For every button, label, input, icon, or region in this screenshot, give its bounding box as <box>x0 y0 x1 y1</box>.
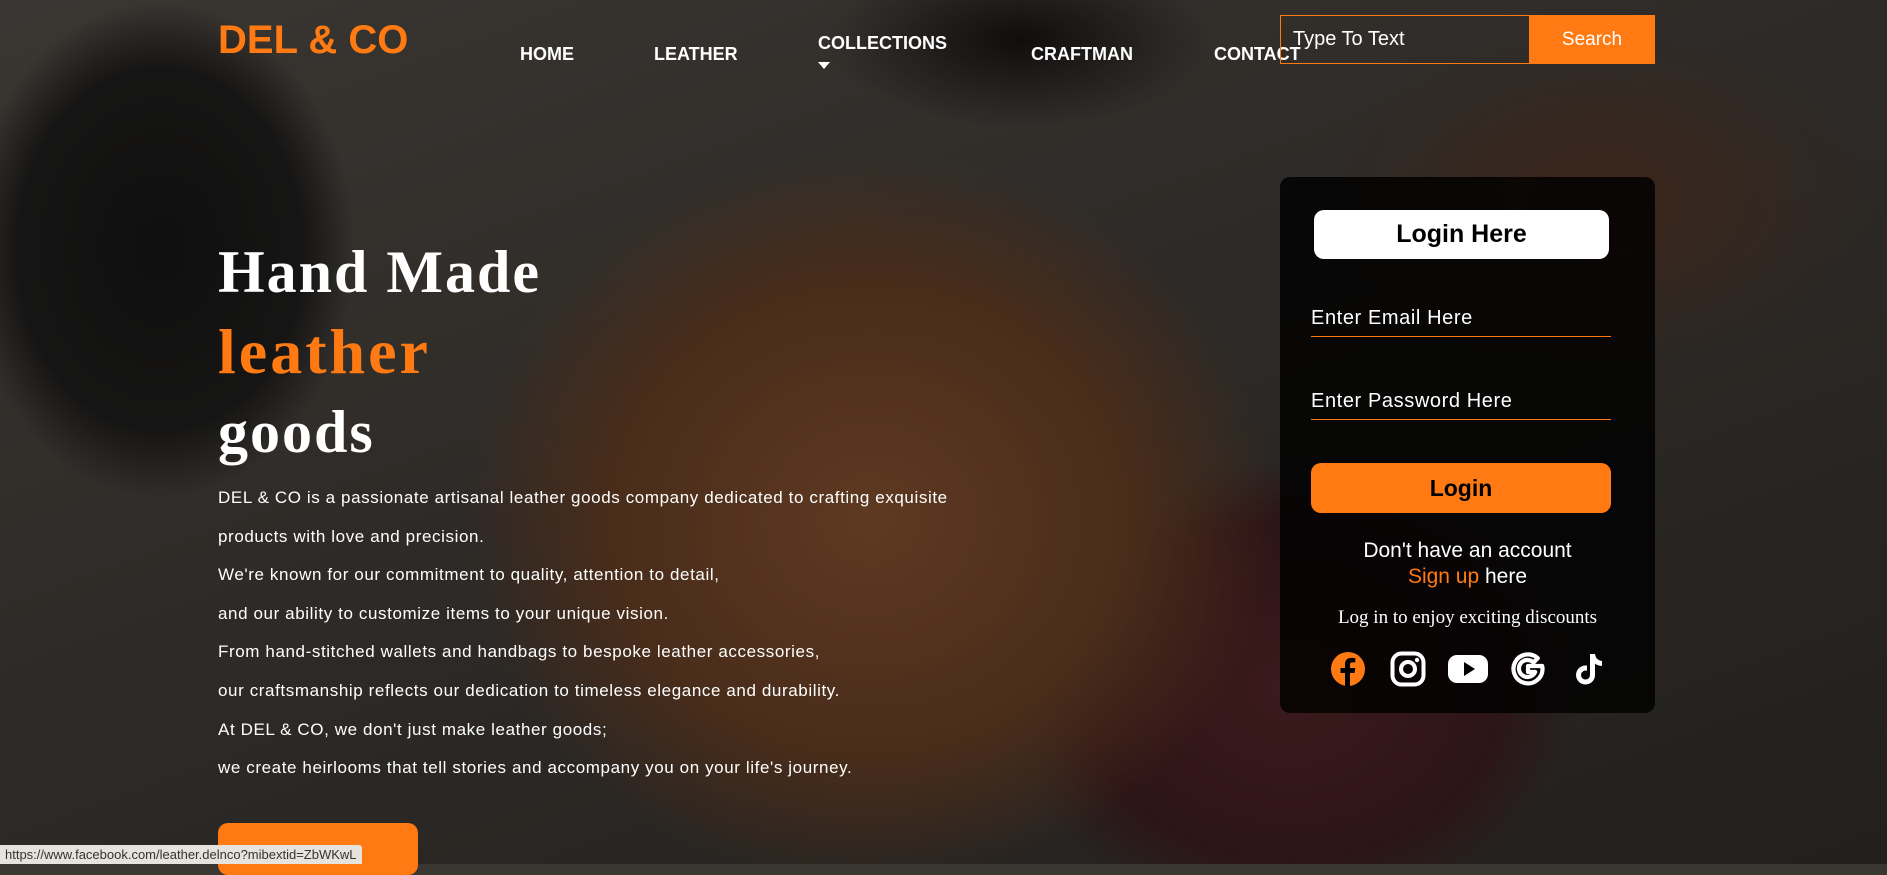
signup-prompt: Don't have an account Sign up here <box>1280 538 1655 590</box>
youtube-icon[interactable] <box>1448 651 1488 687</box>
description-line: our craftsmanship reflects our dedicatio… <box>218 680 840 700</box>
login-button[interactable]: Login <box>1311 463 1611 513</box>
hero-title: Hand Made leather goods <box>218 232 541 472</box>
search-button[interactable]: Search <box>1529 15 1655 64</box>
signup-link[interactable]: Sign up <box>1408 565 1479 588</box>
hero-description: DEL & CO is a passionate artisanal leath… <box>218 488 948 797</box>
description-line: DEL & CO is a passionate artisanal leath… <box>218 488 948 507</box>
description-line: We're known for our commitment to qualit… <box>218 565 720 585</box>
discount-text: Log in to enjoy exciting discounts <box>1337 607 1598 628</box>
nav-item-leather[interactable]: LEATHER <box>654 44 738 65</box>
facebook-icon[interactable] <box>1330 651 1366 687</box>
hero-title-line1: Hand Made <box>218 239 542 305</box>
email-field[interactable] <box>1311 300 1611 337</box>
description-line: we create heirlooms that tell stories an… <box>218 758 853 778</box>
nav-item-craftman[interactable]: CRAFTMAN <box>1031 44 1133 65</box>
description-line: At DEL & CO, we don't just make leather … <box>218 719 608 739</box>
description-line: From hand-stitched wallets and handbags … <box>218 642 821 662</box>
nav-item-home[interactable]: HOME <box>520 44 574 65</box>
signup-suffix: here <box>1479 565 1528 588</box>
description-line: and our ability to customize items to yo… <box>218 603 669 623</box>
login-title: Login Here <box>1314 210 1609 259</box>
no-account-text: Don't have an account <box>1363 539 1572 562</box>
nav-item-collections[interactable]: COLLECTIONS <box>818 33 947 69</box>
description-line: products with love and precision. <box>218 526 485 546</box>
hero-title-line3: goods <box>218 399 375 465</box>
brand-logo[interactable]: DEL & CO <box>218 18 408 63</box>
google-icon[interactable] <box>1510 651 1546 687</box>
password-field[interactable] <box>1311 383 1611 420</box>
status-bar-url: https://www.facebook.com/leather.delnco?… <box>0 845 362 864</box>
instagram-icon[interactable] <box>1390 651 1426 687</box>
tiktok-icon[interactable] <box>1570 651 1606 687</box>
nav-item-label: COLLECTIONS <box>818 33 947 53</box>
hero-title-line2: leather <box>218 316 431 387</box>
search-input[interactable] <box>1280 15 1529 64</box>
chevron-down-icon <box>818 62 830 69</box>
login-panel: Login Here Login Don't have an account S… <box>1280 177 1655 713</box>
